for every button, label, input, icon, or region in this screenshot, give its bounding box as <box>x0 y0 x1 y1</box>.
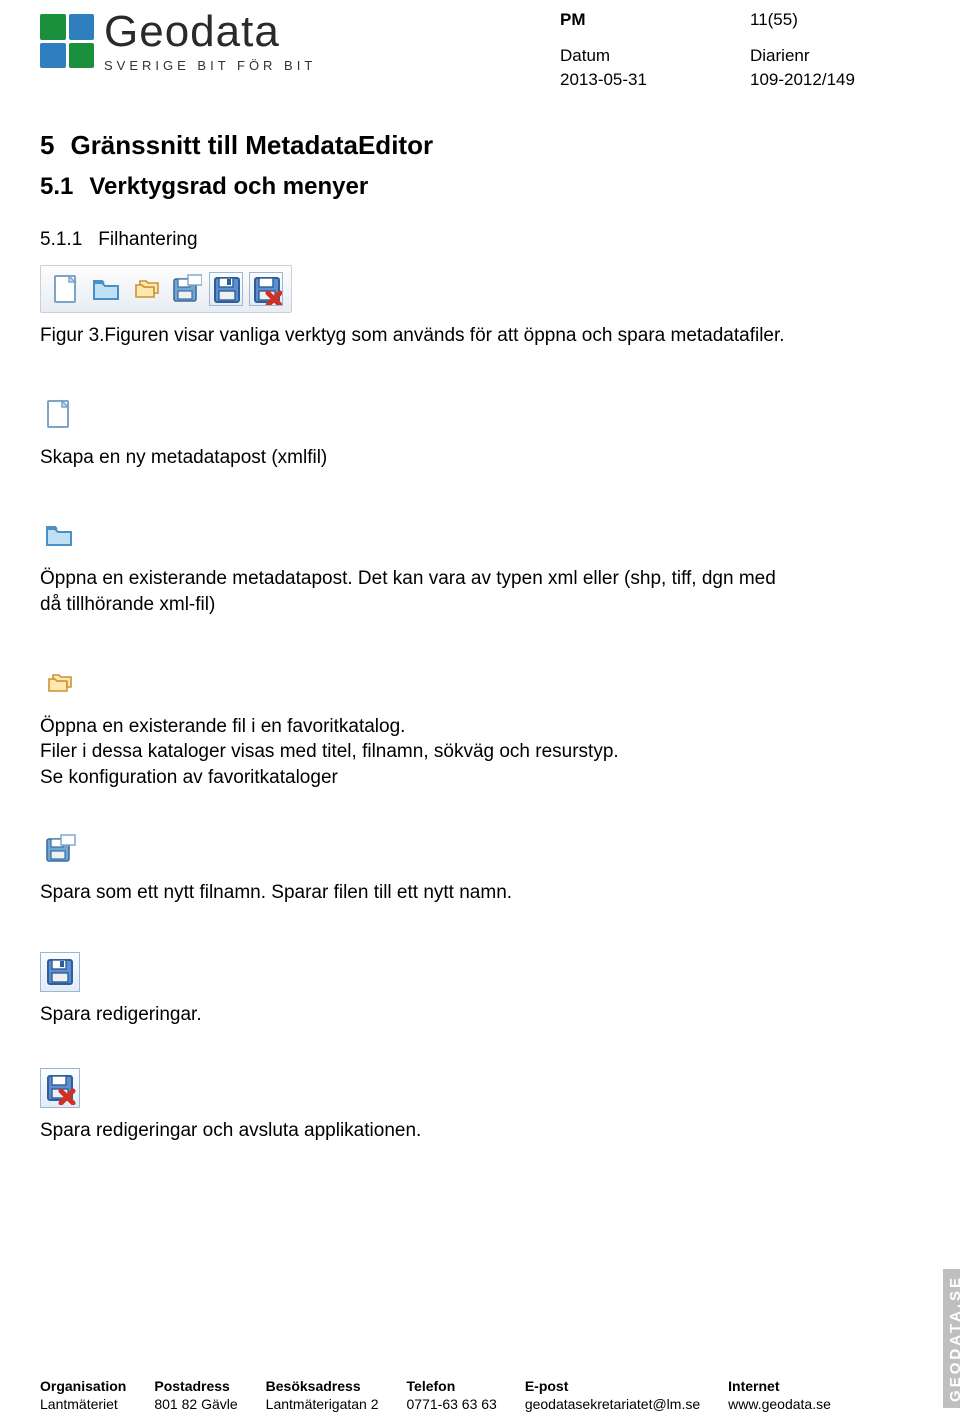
figure-caption: Figur 3.Figuren visar vanliga verktyg so… <box>40 323 800 349</box>
footer-post-v: 801 82 Gävle <box>154 1396 237 1412</box>
save-exit-icon <box>40 1068 80 1108</box>
footer-visit-h: Besöksadress <box>266 1378 379 1394</box>
page-header: Geodata SVERIGE BIT FÖR BIT PM Datum 201… <box>40 10 920 90</box>
doc-meta: PM Datum 2013-05-31 11(55) Diarienr 109-… <box>560 10 920 90</box>
item-save-as: Spara som ett nytt filnamn. Sparar filen… <box>40 830 920 906</box>
item-save: Spara redigeringar. <box>40 952 920 1028</box>
item-favorites: Öppna en existerande fil i en favoritkat… <box>40 664 920 791</box>
footer-web: Internet www.geodata.se <box>728 1378 831 1412</box>
logo-text: Geodata <box>104 10 316 54</box>
item-new-file: Skapa en ny metadatapost (xmlfil) <box>40 395 920 471</box>
folder-icon <box>89 272 123 306</box>
item-favorites-text-3: Se konfiguration av favoritkataloger <box>40 765 920 791</box>
heading-5-1-num: 5.1 <box>40 173 73 201</box>
footer-email: E-post geodatasekretariatet@lm.se <box>525 1378 700 1412</box>
footer-email-v: geodatasekretariatet@lm.se <box>525 1396 700 1412</box>
date-value: 2013-05-31 <box>560 70 750 90</box>
footer-tel-v: 0771-63 63 63 <box>407 1396 497 1412</box>
diary-value: 109-2012/149 <box>750 70 920 90</box>
logo-sq-tl <box>40 14 66 40</box>
logo-mark <box>40 14 94 68</box>
save-as-icon <box>40 830 80 870</box>
item-favorites-text-1: Öppna en existerande fil i en favoritkat… <box>40 714 800 740</box>
date-label: Datum <box>560 46 750 66</box>
logo: Geodata SVERIGE BIT FÖR BIT <box>40 10 316 73</box>
toolbar-figure <box>40 265 292 313</box>
favorite-folders-icon <box>40 664 80 704</box>
heading-5: 5 Gränssnitt till MetadataEditor <box>40 130 920 161</box>
footer-visit: Besöksadress Lantmäterigatan 2 <box>266 1378 379 1412</box>
heading-5-1: 5.1 Verktygsrad och menyer <box>40 173 920 201</box>
logo-sq-br <box>69 43 95 69</box>
item-open-file-text: Öppna en existerande metadatapost. Det k… <box>40 566 800 617</box>
favorite-folders-icon <box>129 272 163 306</box>
item-open-file: Öppna en existerande metadatapost. Det k… <box>40 516 920 617</box>
diary-label: Diarienr <box>750 46 920 66</box>
footer-email-h: E-post <box>525 1378 700 1394</box>
item-save-text: Spara redigeringar. <box>40 1002 800 1028</box>
logo-subtext: SVERIGE BIT FÖR BIT <box>104 58 316 73</box>
page-footer: Organisation Lantmäteriet Postadress 801… <box>40 1378 920 1412</box>
folder-icon <box>40 516 80 556</box>
page-numbers: 11(55) <box>750 10 920 30</box>
heading-5-1-1-text: Filhantering <box>98 229 197 250</box>
new-file-icon <box>49 272 83 306</box>
logo-sq-bl <box>40 43 66 69</box>
footer-visit-v: Lantmäterigatan 2 <box>266 1396 379 1412</box>
footer-org-h: Organisation <box>40 1378 126 1394</box>
footer-org: Organisation Lantmäteriet <box>40 1378 126 1412</box>
content: 5 Gränssnitt till MetadataEditor 5.1 Verkt… <box>40 130 920 1143</box>
footer-web-h: Internet <box>728 1378 831 1394</box>
save-icon <box>209 272 243 306</box>
heading-5-num: 5 <box>40 130 54 161</box>
heading-5-text: Gränssnitt till MetadataEditor <box>70 130 433 160</box>
heading-5-1-1-num: 5.1.1 <box>40 229 82 251</box>
item-favorites-text-2: Filer i dessa kataloger visas med titel,… <box>40 739 920 765</box>
heading-5-1-1: 5.1.1 Filhantering <box>40 229 920 251</box>
save-as-icon <box>169 272 203 306</box>
geodata-se-sidebar: GEODATA.SE <box>943 1269 960 1408</box>
pm-label: PM <box>560 10 750 30</box>
heading-5-1-text: Verktygsrad och menyer <box>89 173 368 200</box>
footer-post-h: Postadress <box>154 1378 237 1394</box>
item-save-as-text: Spara som ett nytt filnamn. Sparar filen… <box>40 880 800 906</box>
logo-sq-tr <box>69 14 95 40</box>
footer-web-v: www.geodata.se <box>728 1396 831 1412</box>
footer-tel-h: Telefon <box>407 1378 497 1394</box>
item-new-file-text: Skapa en ny metadatapost (xmlfil) <box>40 445 800 471</box>
footer-tel: Telefon 0771-63 63 63 <box>407 1378 497 1412</box>
save-exit-icon <box>249 272 283 306</box>
item-save-exit: Spara redigeringar och avsluta applikati… <box>40 1068 920 1144</box>
item-save-exit-text: Spara redigeringar och avsluta applikati… <box>40 1118 800 1144</box>
new-file-icon <box>40 395 80 435</box>
footer-post: Postadress 801 82 Gävle <box>154 1378 237 1412</box>
footer-org-v: Lantmäteriet <box>40 1396 126 1412</box>
save-icon <box>40 952 80 992</box>
